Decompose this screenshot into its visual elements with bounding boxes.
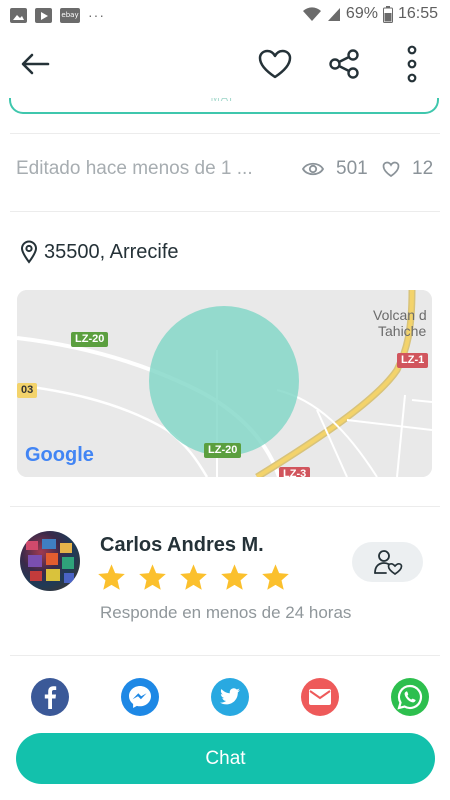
share-twitter-button[interactable] [211,678,249,716]
seller-rating [97,563,290,591]
star-icon [221,564,248,590]
back-button[interactable] [14,46,56,82]
location-map[interactable]: LZ-20 LZ-20 LZ-1 LZ-3 03 Volcan d Tahich… [17,290,432,477]
star-icon [98,564,125,590]
more-notifications-icon: ··· [88,7,105,23]
battery-icon [382,5,393,23]
map-road-label: LZ-3 [279,467,311,477]
signal-icon [327,8,340,21]
edited-timestamp: Editado hace menos de 1 ... [16,158,253,179]
star-icon [139,564,166,590]
views-count: 501 [302,158,368,180]
heart-outline-icon [382,161,400,177]
location: 35500, Arrecife [20,240,179,264]
user-heart-icon [373,550,402,575]
youtube-icon [35,8,52,23]
map-road-label: LZ-1 [397,353,429,368]
divider [10,133,440,134]
favorite-button[interactable] [254,44,296,84]
clock: 16:55 [397,5,438,22]
share-icon [329,49,359,79]
seller-avatar[interactable] [20,531,80,591]
heart-icon [258,49,292,79]
twitter-icon [220,688,240,705]
location-text: 35500, Arrecife [44,240,179,263]
back-arrow-icon [21,53,50,75]
map-road-label: LZ-20 [71,332,109,347]
facebook-icon [44,686,57,709]
app-bar [0,32,450,98]
divider [10,506,440,507]
location-pin-icon [20,240,38,264]
chat-button[interactable]: Chat [16,733,435,784]
ebay-icon: ebay [60,8,80,23]
share-button[interactable] [323,44,365,84]
likes-count: 12 [382,158,433,180]
wifi-icon [302,7,321,21]
map-road-label: LZ-20 [204,443,242,458]
share-messenger-button[interactable] [121,678,159,716]
map-place-label: Volcan d [373,307,427,323]
star-icon [262,564,289,590]
battery-percent: 69% [345,5,378,22]
status-bar: ebay ··· 69% 16:55 [0,0,450,32]
star-icon [180,564,207,590]
share-email-button[interactable] [301,678,339,716]
divider [10,655,440,656]
share-whatsapp-button[interactable] [391,678,429,716]
map-place-label: Tahiche [378,323,427,339]
messenger-icon [129,686,151,708]
seller-name[interactable]: Carlos Andres M. [100,534,264,557]
response-time: Responde en menos de 24 horas [100,603,352,622]
gallery-icon [10,8,27,23]
email-icon [309,689,331,705]
more-options-button[interactable] [392,42,432,86]
eye-icon [302,162,324,176]
likes-value: 12 [412,158,434,179]
chat-button-label: Chat [205,747,246,769]
share-facebook-button[interactable] [31,678,69,716]
whatsapp-icon [397,684,423,710]
google-logo: Google [25,444,94,466]
views-value: 501 [336,158,368,179]
more-vertical-icon [407,45,417,83]
map-road-label: 03 [17,383,38,398]
divider [10,211,440,212]
follow-seller-button[interactable] [352,542,423,582]
